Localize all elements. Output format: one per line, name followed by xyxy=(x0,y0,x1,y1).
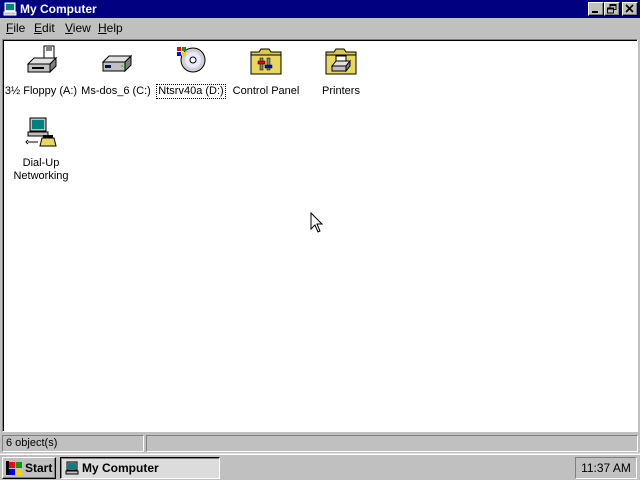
my-computer-window[interactable]: My Computer File Edit View Help 3½ Flopp… xyxy=(0,0,640,453)
dial-up-networking-item[interactable]: Dial-Up Networking xyxy=(3,116,79,183)
control-panel-item[interactable]: Control Panel xyxy=(228,44,304,98)
taskbar: Start My Computer 11:37 AM xyxy=(0,453,640,480)
status-object-count: 6 object(s) xyxy=(2,435,144,452)
taskbar-my-computer-label: My Computer xyxy=(82,461,159,475)
menu-help-accel: H xyxy=(98,21,107,35)
drive-d-label: Ntsrv40a (D:) xyxy=(156,84,226,99)
restore-button[interactable] xyxy=(604,2,620,16)
menu-file-rest: ile xyxy=(13,21,26,35)
dial-up-label-line1: Dial-Up xyxy=(22,157,60,169)
menu-edit[interactable]: Edit xyxy=(34,21,55,36)
drive-a-label: 3½ Floppy (A:) xyxy=(4,85,78,97)
floppy-drive-icon xyxy=(26,45,58,74)
window-title: My Computer xyxy=(20,2,97,16)
menu-file[interactable]: File xyxy=(6,21,25,36)
dial-up-networking-icon xyxy=(25,117,57,147)
drive-c-label: Ms-dos_6 (C:) xyxy=(81,85,151,97)
minimize-button[interactable] xyxy=(588,2,604,16)
printers-label: Printers xyxy=(322,85,360,97)
drive-a-item[interactable]: 3½ Floppy (A:) xyxy=(3,44,79,98)
printers-item[interactable]: Printers xyxy=(303,44,379,98)
dial-up-label-line2: Networking xyxy=(13,170,69,182)
taskbar-my-computer-button[interactable]: My Computer xyxy=(60,457,220,479)
menu-help[interactable]: Help xyxy=(98,21,123,36)
menu-view-rest: iew xyxy=(72,21,91,35)
start-button[interactable]: Start xyxy=(2,457,56,479)
menu-edit-rest: dit xyxy=(42,21,55,35)
menu-help-rest: elp xyxy=(106,21,123,35)
control-panel-folder-icon xyxy=(250,48,282,75)
menu-view-accel: V xyxy=(65,21,73,35)
hard-drive-icon xyxy=(101,54,133,73)
cd-rom-icon xyxy=(177,47,206,73)
start-label: Start xyxy=(25,461,53,475)
restore-icon xyxy=(607,4,617,14)
windows-logo-icon xyxy=(6,461,22,475)
status-bar: 6 object(s) xyxy=(0,434,640,453)
close-icon xyxy=(625,4,634,13)
close-button[interactable] xyxy=(622,2,638,16)
system-tray-clock[interactable]: 11:37 AM xyxy=(575,457,637,479)
title-bar[interactable]: My Computer xyxy=(0,0,640,18)
icon-view[interactable]: 3½ Floppy (A:) Ms-dos_6 (C:) Ntsrv40a (D… xyxy=(2,39,638,432)
menu-edit-accel: E xyxy=(34,21,43,35)
computer-icon xyxy=(65,461,79,475)
dial-up-networking-label: Dial-Up Networking xyxy=(12,157,69,183)
minimize-icon xyxy=(592,11,598,13)
status-secondary xyxy=(146,435,638,452)
printers-folder-icon xyxy=(325,48,357,75)
menu-bar: File Edit View Help xyxy=(0,19,640,38)
control-panel-label: Control Panel xyxy=(232,85,300,97)
menu-view[interactable]: View xyxy=(65,21,91,36)
computer-icon xyxy=(3,2,17,16)
drive-d-item[interactable]: Ntsrv40a (D:) xyxy=(153,44,229,99)
mouse-pointer-icon xyxy=(310,212,324,233)
drive-c-item[interactable]: Ms-dos_6 (C:) xyxy=(78,44,154,98)
